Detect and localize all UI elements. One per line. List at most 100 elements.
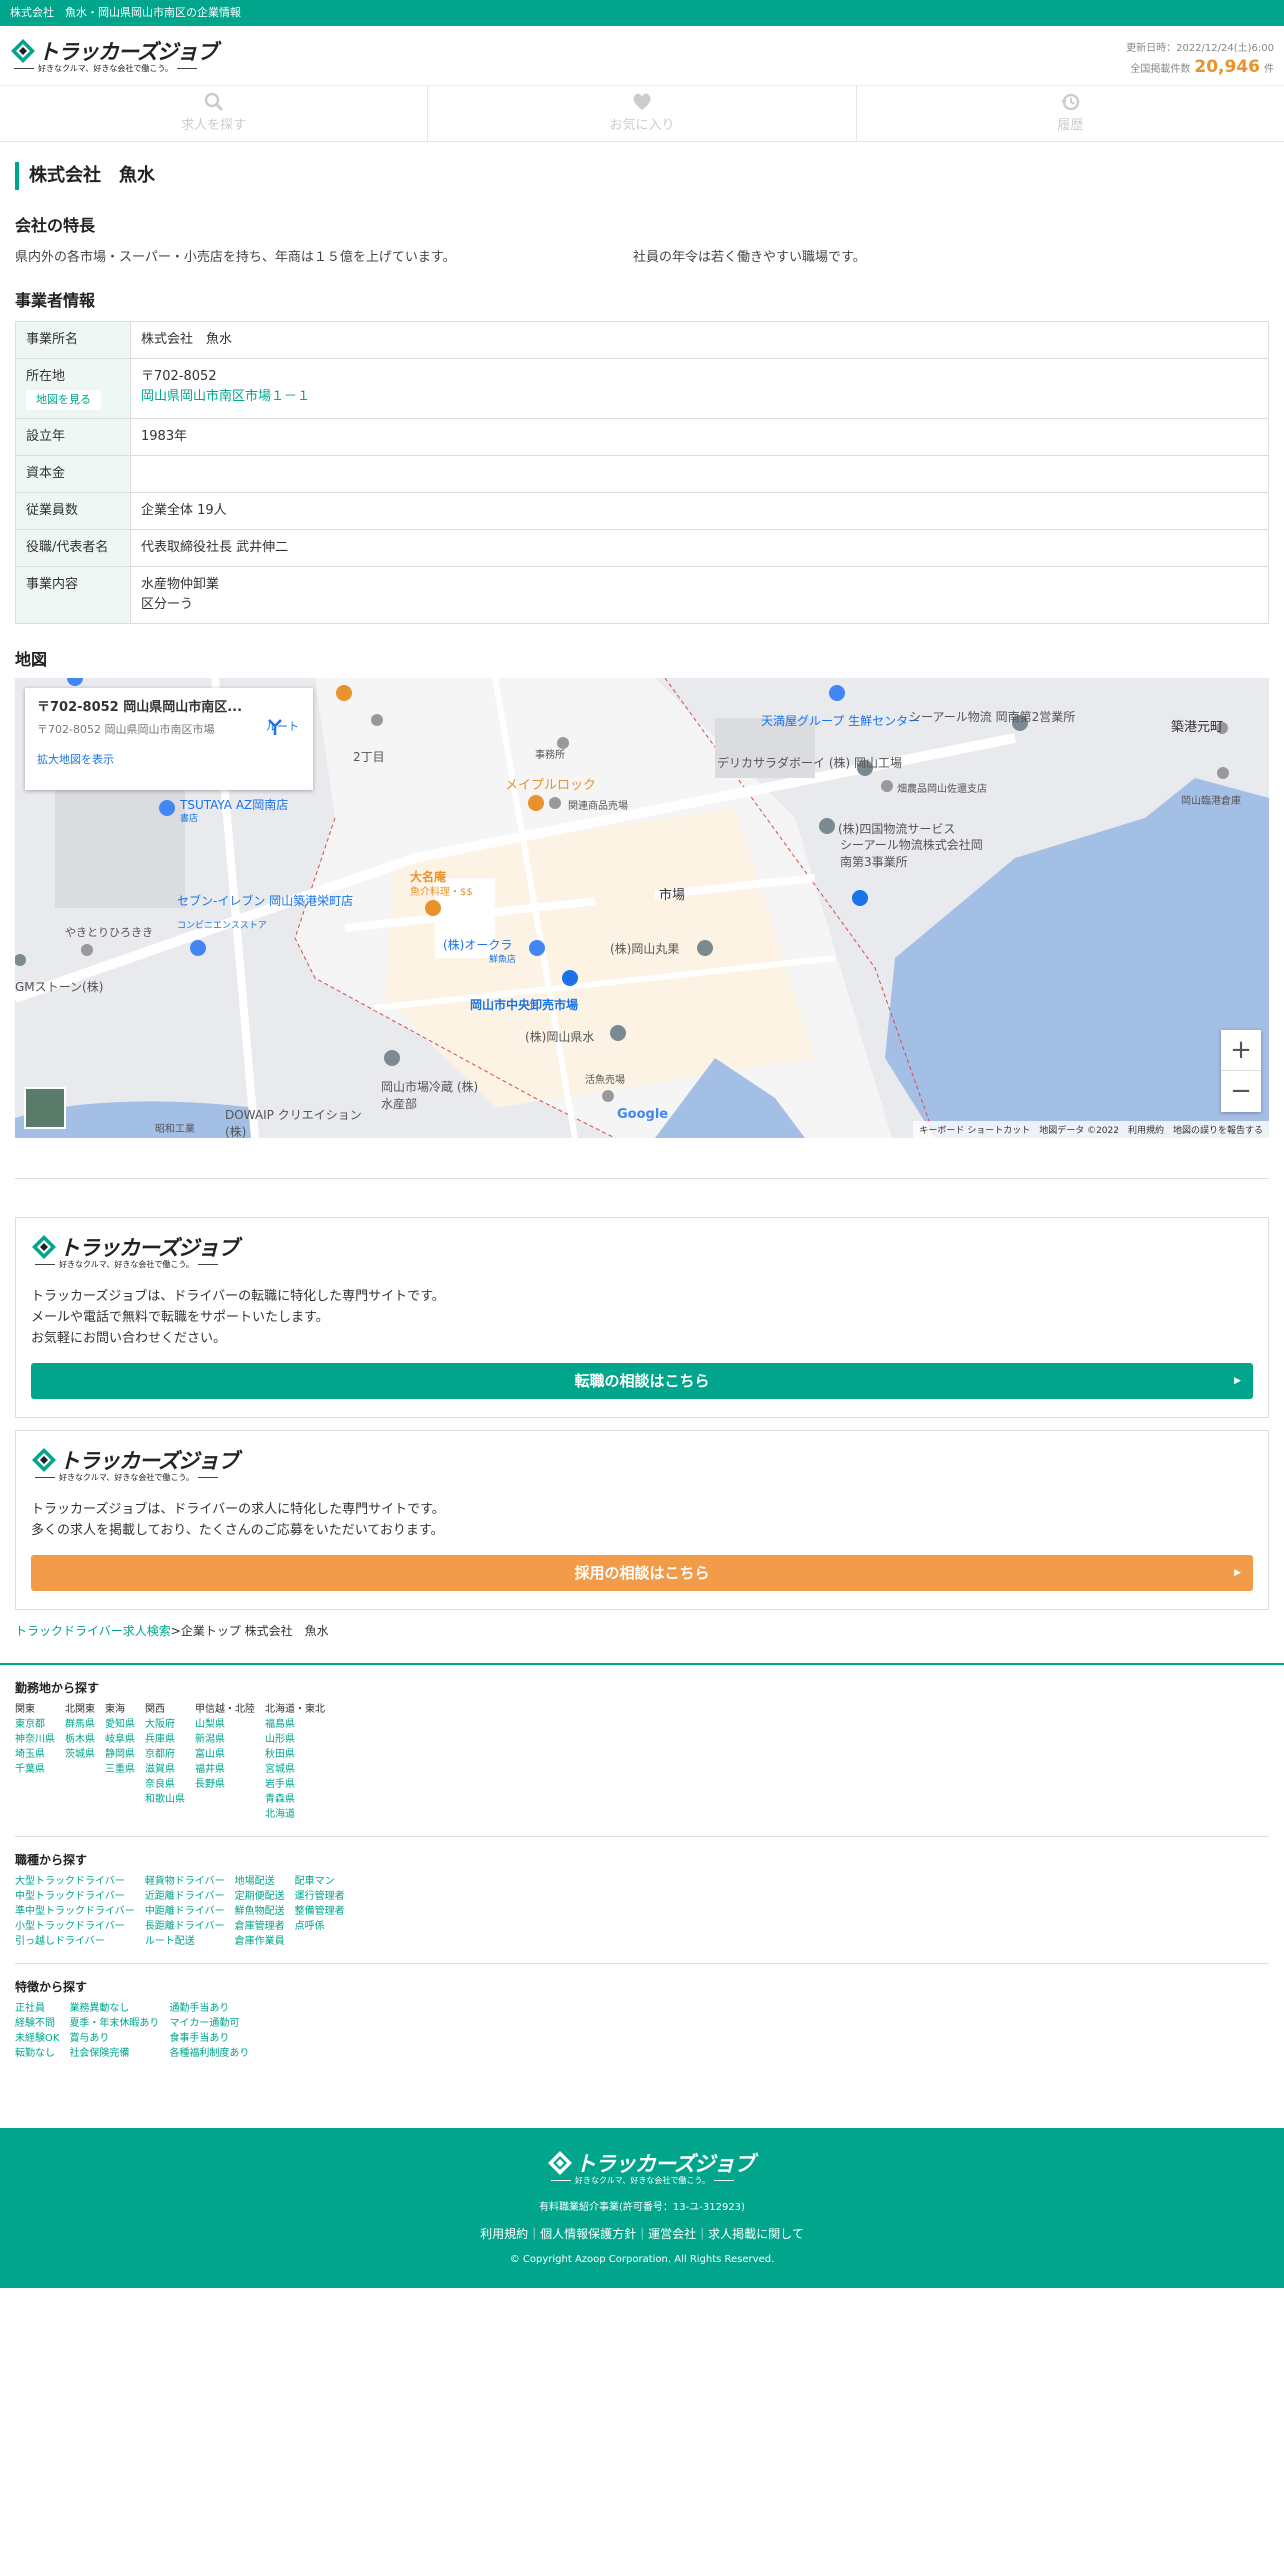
area-link[interactable]: 栃木県: [65, 1732, 95, 1747]
zoom-out-button[interactable]: −: [1221, 1071, 1261, 1111]
google-map[interactable]: 天満屋グループ 生鮮センター シーアール物流 岡南第2営業所 築港元町 メイプル…: [15, 678, 1269, 1138]
logo-tagline: 好きなクルマ、好きな会社で働こう。: [31, 1259, 221, 1270]
area-link[interactable]: 岩手県: [265, 1777, 325, 1792]
nav-favorite[interactable]: お気に入り: [428, 86, 857, 141]
feature-link[interactable]: 通勤手当あり: [169, 2001, 249, 2016]
area-link[interactable]: 福島県: [265, 1717, 325, 1732]
main-content: 株式会社 魚水 会社の特長 県内外の各市場・スーパー・小売店を持ち、年商は１５億…: [0, 162, 1284, 1639]
map-label: 岡山臨港倉庫: [1181, 796, 1241, 807]
job-link[interactable]: 整備管理者: [295, 1904, 345, 1919]
zoom-in-button[interactable]: +: [1221, 1030, 1261, 1071]
feature-link[interactable]: 転勤なし: [15, 2046, 59, 2061]
feature-link[interactable]: 業務異動なし: [69, 2001, 159, 2016]
row-value: 株式会社 魚水: [130, 321, 1269, 359]
area-link[interactable]: 和歌山県: [145, 1792, 185, 1807]
footer-logo[interactable]: トラッカーズジョブ 好きなクルマ、好きな会社で働こう。: [547, 2148, 755, 2188]
map-attribution[interactable]: キーボード ショートカット 地図データ ©2022 利用規約 地図の誤りを報告す…: [913, 1121, 1269, 1138]
logo-mark-icon: [32, 1448, 56, 1472]
row-label: 役職/代表者名: [15, 529, 131, 567]
job-link[interactable]: 点呼係: [295, 1919, 345, 1934]
job-link[interactable]: 運行管理者: [295, 1889, 345, 1904]
area-link[interactable]: 宮城県: [265, 1762, 325, 1777]
area-link[interactable]: 東京都: [15, 1717, 55, 1732]
area-link[interactable]: 山形県: [265, 1732, 325, 1747]
feature-link[interactable]: 夏季・年末休暇あり: [69, 2016, 159, 2031]
feature-link[interactable]: 未経験OK: [15, 2031, 59, 2046]
job-column: 地場配送 定期便配送 鮮魚物配送 倉庫管理者 倉庫作業員: [235, 1874, 285, 1949]
route-button[interactable]: ルート: [266, 718, 299, 735]
job-link[interactable]: ルート配送: [145, 1934, 225, 1949]
address-link[interactable]: 岡山県岡山市南区市場１－１: [141, 389, 310, 404]
feature-link[interactable]: 社会保険完備: [69, 2046, 159, 2061]
area-region-label: 北海道・東北: [265, 1704, 325, 1715]
job-link[interactable]: 鮮魚物配送: [235, 1904, 285, 1919]
job-link[interactable]: 引っ越しドライバー: [15, 1934, 135, 1949]
area-link[interactable]: 埼玉県: [15, 1747, 55, 1762]
area-link[interactable]: 新潟県: [195, 1732, 255, 1747]
area-link[interactable]: 茨城県: [65, 1747, 95, 1762]
job-link[interactable]: 地場配送: [235, 1874, 285, 1889]
area-link[interactable]: 滋賀県: [145, 1762, 185, 1777]
enlarge-map-link[interactable]: 拡大地図を表示: [37, 751, 301, 767]
area-link[interactable]: 長野県: [195, 1777, 255, 1792]
job-count: 20,946: [1194, 57, 1260, 77]
area-link[interactable]: 北海道: [265, 1807, 325, 1822]
breadcrumb-link[interactable]: トラックドライバー求人検索: [15, 1624, 171, 1638]
feature-link[interactable]: 正社員: [15, 2001, 59, 2016]
map-label: メイプルロック: [505, 778, 597, 793]
breadcrumb-current: >企業トップ 株式会社 魚水: [170, 1624, 329, 1638]
area-link[interactable]: 山梨県: [195, 1717, 255, 1732]
map-label: 活魚売場: [585, 1075, 625, 1086]
nav-history[interactable]: 履歴: [857, 86, 1284, 141]
area-link[interactable]: 兵庫県: [145, 1732, 185, 1747]
job-link[interactable]: 小型トラックドライバー: [15, 1919, 135, 1934]
area-column: 北海道・東北福島県 山形県 秋田県 宮城県 岩手県 青森県 北海道: [265, 1702, 325, 1822]
career-consult-button[interactable]: 転職の相談はこちら: [31, 1363, 1253, 1399]
job-link[interactable]: 近距離ドライバー: [145, 1889, 225, 1904]
divider: [15, 1836, 1269, 1837]
job-link[interactable]: 定期便配送: [235, 1889, 285, 1904]
job-link[interactable]: 準中型トラックドライバー: [15, 1904, 135, 1919]
area-link[interactable]: 三重県: [105, 1762, 135, 1777]
job-heading: 職種から探す: [15, 1853, 88, 1867]
feature-link[interactable]: 各種福利制度あり: [169, 2046, 249, 2061]
area-link[interactable]: 岐阜県: [105, 1732, 135, 1747]
recruit-consult-button[interactable]: 採用の相談はこちら: [31, 1555, 1253, 1591]
area-link[interactable]: 奈良県: [145, 1777, 185, 1792]
area-link[interactable]: 秋田県: [265, 1747, 325, 1762]
job-link[interactable]: 中型トラックドライバー: [15, 1889, 135, 1904]
job-link[interactable]: 倉庫管理者: [235, 1919, 285, 1934]
area-link[interactable]: 大阪府: [145, 1717, 185, 1732]
area-link[interactable]: 千葉県: [15, 1762, 55, 1777]
area-link[interactable]: 神奈川県: [15, 1732, 55, 1747]
row-value: 企業全体 19人: [130, 492, 1269, 530]
area-column: 北関東 群馬県 栃木県 茨城県: [65, 1702, 95, 1822]
copyright: © Copyright Azoop Corporation. All Right…: [509, 2254, 775, 2265]
job-link[interactable]: 大型トラックドライバー: [15, 1874, 135, 1889]
site-logo[interactable]: トラッカーズジョブ 好きなクルマ、好きな会社で働こう。: [10, 36, 218, 76]
area-link[interactable]: 京都府: [145, 1747, 185, 1762]
area-link[interactable]: 青森県: [265, 1792, 325, 1807]
view-map-button[interactable]: 地図を見る: [26, 390, 101, 410]
footer-nav-links[interactable]: 利用規約｜個人情報保護方針｜運営会社｜求人掲載に関して: [0, 2225, 1284, 2242]
area-link[interactable]: 愛知県: [105, 1717, 135, 1732]
area-link[interactable]: 群馬県: [65, 1717, 95, 1732]
main-nav: 求人を探す お気に入り 履歴: [0, 86, 1284, 142]
job-link[interactable]: 長距離ドライバー: [145, 1919, 225, 1934]
feature-link[interactable]: マイカー通勤可: [169, 2016, 249, 2031]
job-link[interactable]: 配車マン: [295, 1874, 345, 1889]
area-column: 東海 愛知県 岐阜県 静岡県 三重県: [105, 1702, 135, 1822]
feature-item: 県内外の各市場・スーパー・小売店を持ち、年商は１５億を上げています。: [15, 250, 456, 265]
area-link[interactable]: 福井県: [195, 1762, 255, 1777]
feature-link[interactable]: 食事手当あり: [169, 2031, 249, 2046]
job-link[interactable]: 中距離ドライバー: [145, 1904, 225, 1919]
nav-search[interactable]: 求人を探す: [0, 86, 429, 141]
area-link[interactable]: 富山県: [195, 1747, 255, 1762]
logo-name: トラッカーズジョブ: [38, 40, 218, 64]
area-link[interactable]: 静岡県: [105, 1747, 135, 1762]
feature-link[interactable]: 経験不問: [15, 2016, 59, 2031]
job-link[interactable]: 倉庫作業員: [235, 1934, 285, 1949]
breadcrumb: トラックドライバー求人検索>企業トップ 株式会社 魚水: [15, 1622, 1269, 1639]
feature-link[interactable]: 賞与あり: [69, 2031, 159, 2046]
job-link[interactable]: 軽貨物ドライバー: [145, 1874, 225, 1889]
